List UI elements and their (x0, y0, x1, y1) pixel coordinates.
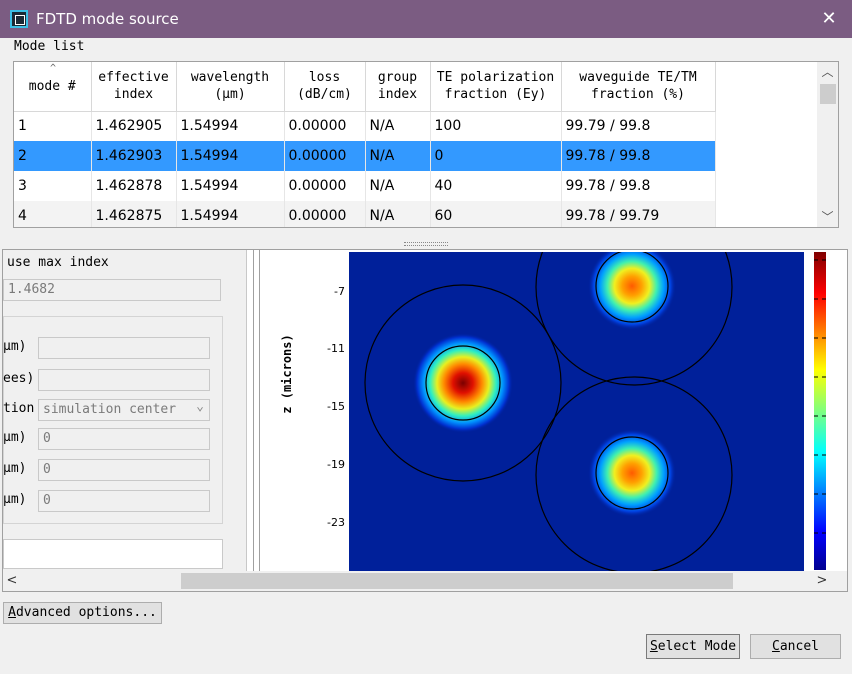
group-index-cell: N/A (365, 111, 431, 141)
value-field-5: 0 (38, 459, 210, 481)
scroll-right-icon[interactable]: > (813, 571, 831, 591)
position-select: simulation center (38, 399, 210, 421)
mode-lobe-left (413, 333, 513, 433)
effective-index-cell: 1.462878 (91, 171, 177, 201)
settings-bottom-box (3, 539, 223, 569)
scroll-up-icon[interactable]: ︿ (817, 62, 838, 82)
window-title: FDTD mode source (36, 10, 179, 28)
waveguide-fraction-cell: 99.78 / 99.79 (561, 201, 716, 227)
te-fraction-cell: 100 (430, 111, 562, 141)
scroll-left-icon[interactable]: < (3, 571, 21, 591)
loss-cell: 0.00000 (284, 171, 366, 201)
group-index-cell: N/A (365, 201, 431, 227)
effective-index-cell: 1.462875 (91, 201, 177, 227)
table-row[interactable]: 3 1.462878 1.54994 0.00000 N/A 40 99.78 / 99.8 (14, 171, 716, 201)
column-header-mode[interactable]: ^ mode # (14, 62, 92, 112)
mode-profile-svg: z (microns) -7 -11 -15 -19 -23 (280, 252, 826, 573)
waveguide-fraction-cell: 99.78 / 99.8 (561, 171, 716, 201)
splitter-handle[interactable] (404, 242, 448, 246)
title-bar: FDTD mode source ✕ (0, 0, 852, 38)
mode-profile-plot: z (microns) -7 -11 -15 -19 -23 (267, 250, 847, 573)
column-header-te-fraction[interactable]: TE polarization fraction (Ey) (430, 62, 562, 112)
y-tick-label: -11 (327, 342, 345, 355)
effective-index-cell: 1.462905 (91, 111, 177, 141)
loss-cell: 0.00000 (284, 111, 366, 141)
field-label-6: μm) (3, 492, 27, 507)
column-header-group-index[interactable]: group index (365, 62, 431, 112)
colorbar (814, 252, 826, 570)
plot-horizontal-scrollbar[interactable]: < > (3, 571, 847, 591)
close-icon[interactable]: ✕ (806, 0, 852, 38)
lower-panel: use max index 1.4682 μm) ees) tion simul… (2, 249, 848, 592)
field-image (349, 252, 804, 572)
wavelength-cell: 1.54994 (176, 201, 285, 227)
group-index-cell: N/A (365, 171, 431, 201)
settings-panel: use max index 1.4682 μm) ees) tion simul… (3, 250, 247, 572)
plot-y-axis-label: z (microns) (280, 334, 294, 413)
mode-number-cell: 1 (14, 111, 92, 141)
scroll-down-icon[interactable]: ﹀ (817, 207, 838, 227)
te-fraction-cell: 0 (430, 141, 562, 171)
select-mode-button[interactable]: Select Mode (646, 634, 740, 659)
value-field-1 (38, 337, 210, 359)
y-tick-label: -7 (334, 285, 345, 298)
cancel-button[interactable]: Cancel (750, 634, 841, 659)
mode-lobe-bottom-right (588, 429, 676, 517)
index-field: 1.4682 (3, 279, 221, 301)
field-label-4: μm) (3, 430, 27, 445)
value-field-2 (38, 369, 210, 391)
field-label-2: ees) (3, 371, 35, 386)
table-row[interactable]: 1 1.462905 1.54994 0.00000 N/A 100 99.79 / 99.… (14, 111, 716, 141)
scroll-thumb[interactable] (820, 84, 836, 104)
column-header-wavelength[interactable]: wavelength (μm) (176, 62, 285, 112)
group-index-cell: N/A (365, 141, 431, 171)
value-field-6: 0 (38, 490, 210, 512)
table-row[interactable]: 2 1.462903 1.54994 0.00000 N/A 0 99.78 / 99.8 (14, 141, 716, 171)
wavelength-cell: 1.54994 (176, 141, 285, 171)
panel-divider (253, 250, 254, 572)
mode-list-label: Mode list (13, 39, 86, 54)
y-tick-label: -15 (327, 400, 345, 413)
wavelength-cell: 1.54994 (176, 171, 285, 201)
y-tick-label: -19 (327, 458, 345, 471)
panel-divider-2 (259, 250, 260, 572)
field-label-5: μm) (3, 461, 27, 476)
sort-arrow-icon: ^ (50, 63, 57, 74)
column-header-waveguide-fraction[interactable]: waveguide TE/TM fraction (%) (561, 62, 716, 112)
mode-number-cell: 3 (14, 171, 92, 201)
wavelength-cell: 1.54994 (176, 111, 285, 141)
value-field-4: 0 (38, 428, 210, 450)
use-max-index-label: use max index (7, 255, 109, 270)
advanced-options-button[interactable]: Advanced options... (3, 602, 162, 624)
waveguide-fraction-cell: 99.78 / 99.8 (561, 141, 716, 171)
mode-list-scrollbar[interactable]: ︿ ﹀ (817, 62, 838, 227)
table-row[interactable]: 4 1.462875 1.54994 0.00000 N/A 60 99.78 / 99.7… (14, 201, 716, 227)
te-fraction-cell: 40 (430, 171, 562, 201)
app-icon (10, 10, 28, 28)
loss-cell: 0.00000 (284, 201, 366, 227)
loss-cell: 0.00000 (284, 141, 366, 171)
field-label-3: tion (3, 401, 35, 416)
column-header-loss[interactable]: loss (dB/cm) (284, 62, 366, 112)
field-label-1: μm) (3, 339, 27, 354)
mode-list-table: ^ mode # effective index wavelength (μm) … (13, 61, 839, 228)
te-fraction-cell: 60 (430, 201, 562, 227)
header-row: ^ mode # effective index wavelength (μm) … (14, 62, 716, 112)
waveguide-fraction-cell: 99.79 / 99.8 (561, 111, 716, 141)
effective-index-cell: 1.462903 (91, 141, 177, 171)
plot-y-ticks: -7 -11 -15 -19 -23 (327, 285, 345, 529)
horizontal-scroll-thumb[interactable] (181, 573, 733, 589)
mode-number-cell: 4 (14, 201, 92, 227)
column-header-effective-index[interactable]: effective index (91, 62, 177, 112)
y-tick-label: -23 (327, 516, 345, 529)
mode-number-cell: 2 (14, 141, 92, 171)
mode-grid: ^ mode # effective index wavelength (μm) … (14, 62, 716, 227)
